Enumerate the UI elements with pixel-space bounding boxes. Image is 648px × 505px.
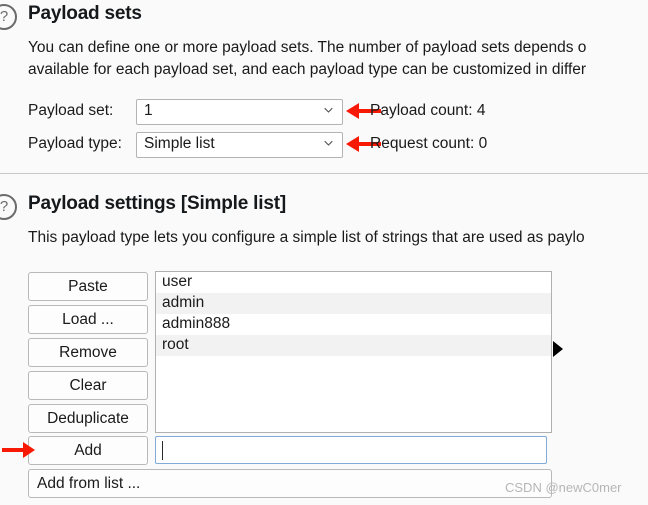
arrow-to-add-button — [2, 440, 36, 460]
payload-list[interactable]: user admin admin888 root — [155, 271, 552, 433]
chevron-down-icon — [324, 106, 333, 115]
request-count-label: Request count: 0 — [370, 135, 488, 152]
text-caret — [162, 441, 163, 460]
payload-set-label: Payload set: — [28, 102, 114, 119]
list-item[interactable]: user — [156, 272, 551, 293]
list-item[interactable]: admin888 — [156, 314, 551, 335]
new-payload-input[interactable] — [155, 436, 547, 464]
add-from-list-button[interactable]: Add from list ... — [28, 469, 552, 498]
list-item[interactable]: root — [156, 335, 551, 356]
watermark: CSDN @newC0mer — [505, 480, 622, 495]
load-button[interactable]: Load ... — [28, 305, 148, 334]
deduplicate-button[interactable]: Deduplicate — [28, 404, 148, 433]
payload-settings-title: Payload settings [Simple list] — [28, 193, 286, 214]
clear-button[interactable]: Clear — [28, 371, 148, 400]
payload-count-label: Payload count: 4 — [370, 102, 486, 119]
payload-type-dropdown[interactable]: Simple list — [136, 132, 343, 158]
mouse-cursor-icon — [553, 341, 564, 357]
payload-set-dropdown[interactable]: 1 — [136, 99, 343, 125]
section-divider — [0, 173, 648, 174]
list-item[interactable]: admin — [156, 293, 551, 314]
payload-sets-title: Payload sets — [28, 3, 142, 24]
remove-button[interactable]: Remove — [28, 338, 148, 367]
add-button[interactable]: Add — [28, 436, 148, 465]
payload-set-value: 1 — [144, 102, 153, 119]
question-mark-icon[interactable]: ? — [0, 194, 17, 220]
chevron-down-icon — [324, 139, 333, 148]
payload-settings-description: This payload type lets you configure a s… — [28, 229, 585, 246]
payload-type-value: Simple list — [144, 135, 215, 152]
payload-sets-description-line-1: You can define one or more payload sets.… — [28, 39, 587, 56]
question-mark-icon[interactable]: ? — [0, 4, 17, 30]
payload-type-label: Payload type: — [28, 135, 122, 152]
payload-sets-description-line-2: available for each payload set, and each… — [28, 61, 587, 78]
paste-button[interactable]: Paste — [28, 272, 148, 301]
